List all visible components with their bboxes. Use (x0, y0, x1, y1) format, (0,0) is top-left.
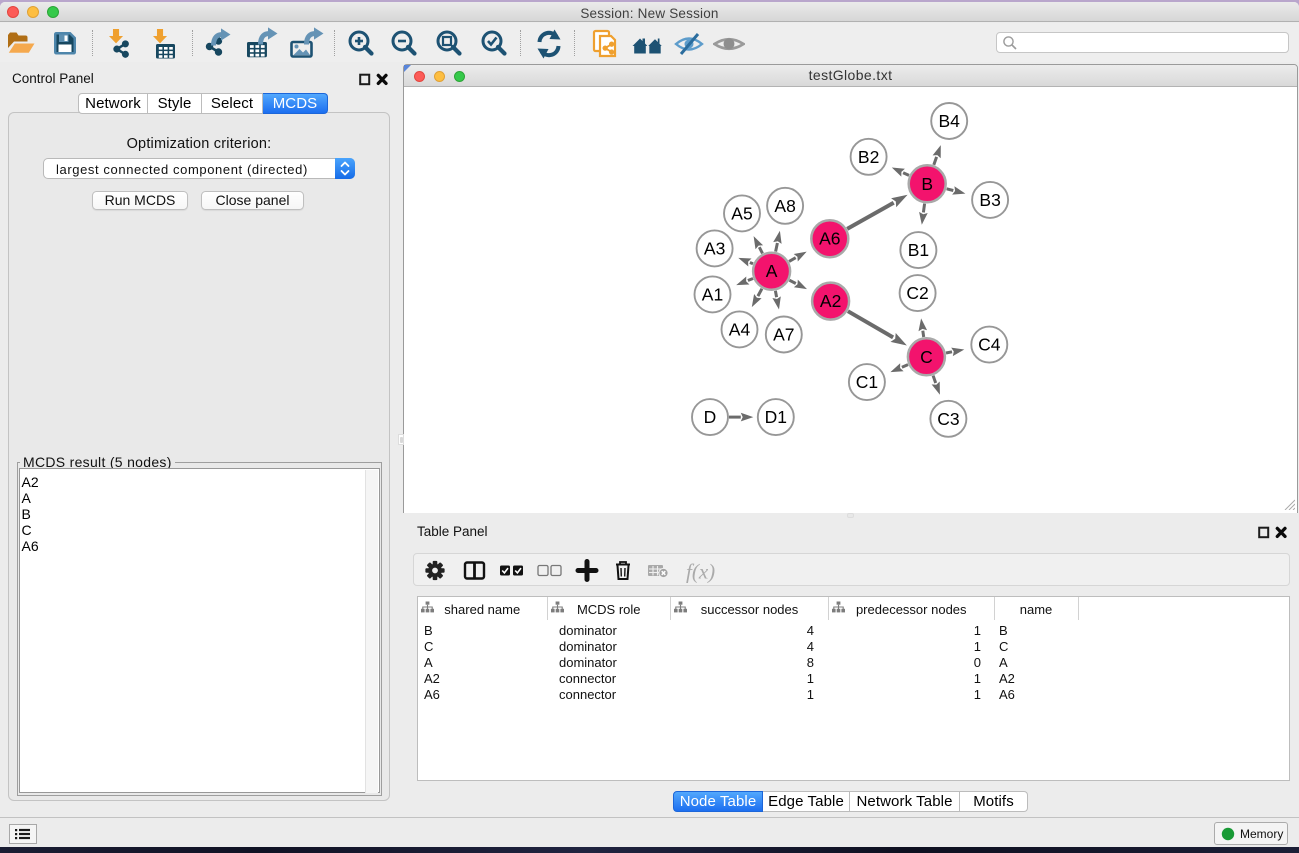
svg-text:A4: A4 (729, 319, 751, 339)
svg-text:B2: B2 (858, 147, 879, 167)
svg-text:A7: A7 (773, 325, 794, 345)
svg-text:A8: A8 (774, 196, 795, 216)
svg-text:C4: C4 (978, 335, 1001, 355)
svg-text:B: B (921, 174, 933, 194)
svg-text:C: C (920, 347, 933, 367)
svg-text:A2: A2 (820, 291, 841, 311)
svg-text:A6: A6 (819, 229, 840, 249)
svg-text:A1: A1 (702, 284, 723, 304)
svg-text:B4: B4 (938, 111, 960, 131)
svg-text:B3: B3 (979, 190, 1000, 210)
svg-text:B1: B1 (908, 240, 929, 260)
svg-text:f(x): f(x) (686, 560, 715, 584)
svg-text:A5: A5 (731, 203, 752, 223)
svg-text:D1: D1 (765, 407, 787, 427)
svg-text:D: D (704, 407, 717, 427)
svg-text:A3: A3 (704, 238, 725, 258)
svg-text:C2: C2 (906, 283, 928, 303)
svg-text:A: A (766, 261, 778, 281)
svg-text:C1: C1 (856, 372, 878, 392)
svg-text:C3: C3 (937, 409, 959, 429)
